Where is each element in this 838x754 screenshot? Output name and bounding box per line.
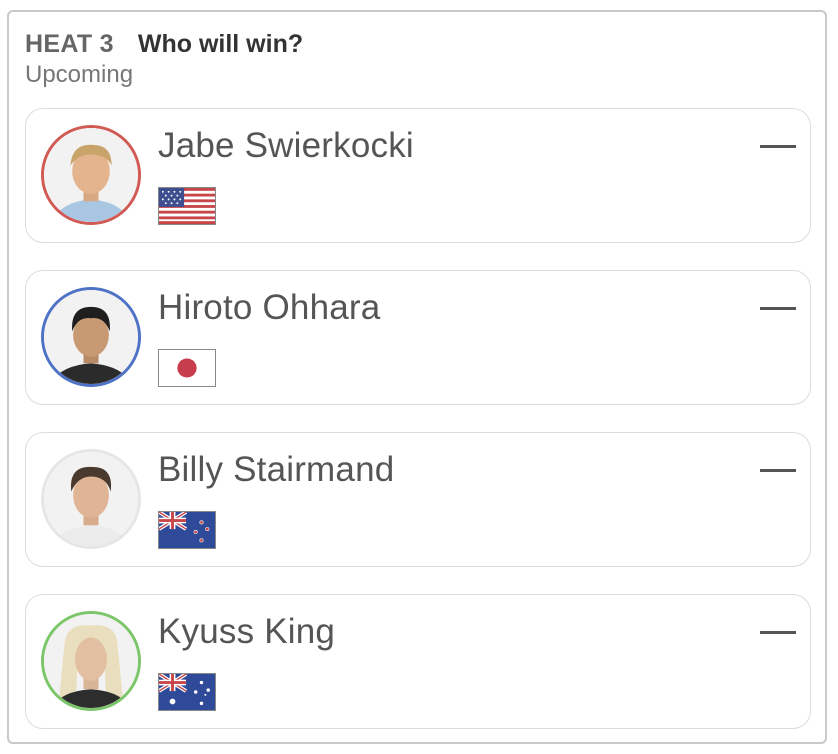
surfer-row-2[interactable]: Hiroto Ohhara (25, 270, 811, 405)
japan-flag-icon (158, 349, 216, 387)
australia-flag-icon (158, 673, 216, 711)
us-flag-icon (158, 187, 216, 225)
no-pick-dash-icon (760, 631, 796, 634)
heat-label: HEAT 3 (25, 30, 114, 58)
surfer-photo-icon (44, 452, 138, 546)
surfer-photo-icon (44, 128, 138, 222)
heat-status: Upcoming (25, 61, 134, 88)
heat-question: Who will win? (137, 30, 304, 58)
surfer-avatar (41, 287, 141, 387)
surfer-avatar (41, 125, 141, 225)
surfer-avatar (41, 611, 141, 711)
surfer-photo-icon (44, 614, 138, 708)
new-zealand-flag-icon (158, 511, 216, 549)
surfer-name: Kyuss King (158, 612, 336, 651)
surfer-row-3[interactable]: Billy Stairmand (25, 432, 811, 567)
heat-header: HEAT 3 Who will win? Upcoming (25, 28, 303, 90)
no-pick-dash-icon (760, 307, 796, 310)
surfer-name: Jabe Swierkocki (158, 126, 414, 165)
surfer-row-4[interactable]: Kyuss King (25, 594, 811, 729)
surfer-avatar (41, 449, 141, 549)
heat-card: HEAT 3 Who will win? Upcoming Jabe Swier… (7, 10, 827, 744)
surfer-photo-icon (44, 290, 138, 384)
surfer-name: Hiroto Ohhara (158, 288, 381, 327)
surfer-name: Billy Stairmand (158, 450, 395, 489)
no-pick-dash-icon (760, 469, 796, 472)
no-pick-dash-icon (760, 145, 796, 148)
surfer-row-1[interactable]: Jabe Swierkocki (25, 108, 811, 243)
